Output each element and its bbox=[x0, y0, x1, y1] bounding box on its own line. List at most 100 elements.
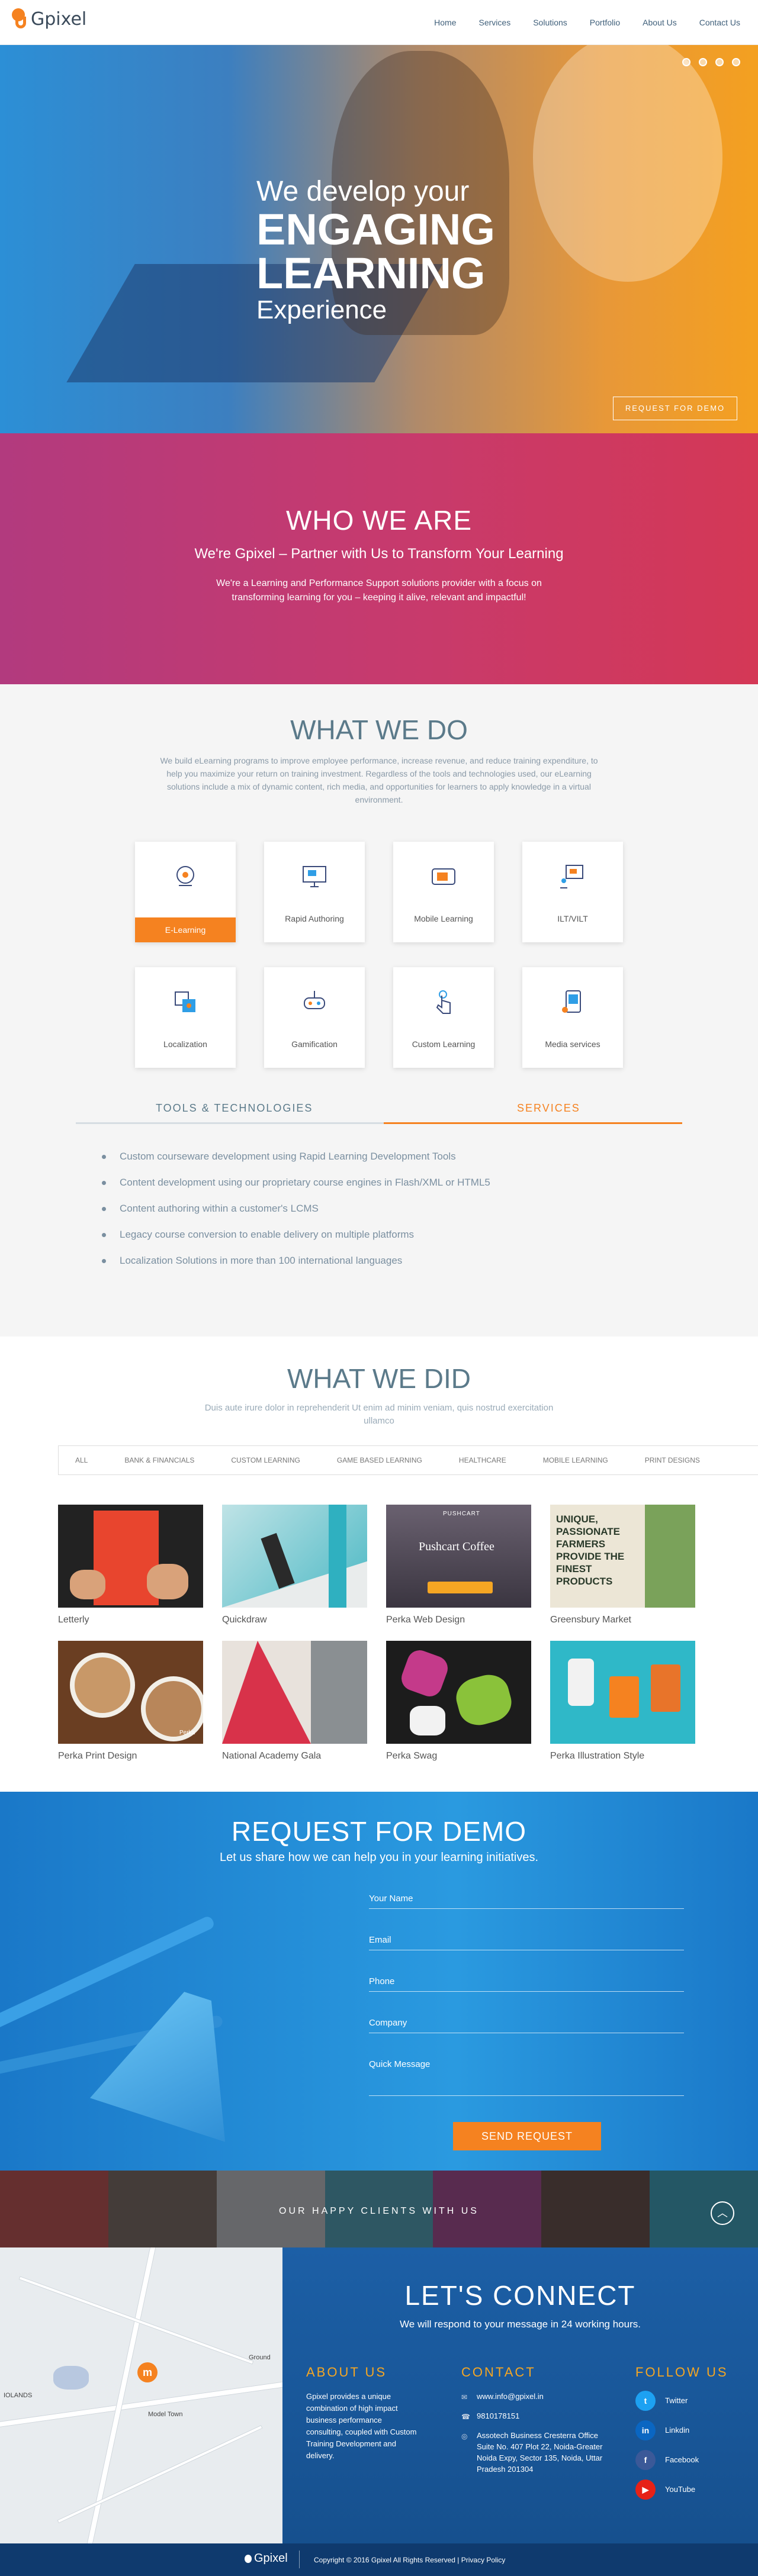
brand-logo[interactable]: Gpixel bbox=[12, 8, 86, 30]
portfolio-thumbnail bbox=[550, 1641, 695, 1744]
filter-mobile-learning[interactable]: MOBILE LEARNING bbox=[543, 1456, 608, 1464]
hero-line: ENGAGING bbox=[256, 205, 495, 254]
media-icon bbox=[562, 990, 581, 1013]
portfolio-thumbnail: Perka bbox=[58, 1641, 203, 1744]
footer-logo-text: Gpixel bbox=[254, 2552, 288, 2565]
company-field[interactable]: Company bbox=[369, 2018, 684, 2033]
slider-dot[interactable] bbox=[699, 58, 707, 66]
portfolio-item[interactable]: Perka Swag bbox=[386, 1641, 531, 1762]
portfolio-caption: National Academy Gala bbox=[222, 1751, 322, 1761]
card-label: Localization bbox=[163, 1039, 207, 1049]
portfolio-item[interactable]: UNIQUE, PASSIONATE FARMERS PROVIDE THE F… bbox=[550, 1505, 695, 1625]
column-title: CONTACT bbox=[461, 2365, 536, 2379]
tab-services[interactable]: SERVICES bbox=[517, 1102, 580, 1115]
card-mobile-learning[interactable]: Mobile Learning bbox=[393, 842, 494, 942]
contact-email[interactable]: ✉ www.info@gpixel.in bbox=[461, 2391, 615, 2402]
hero-banner: We develop your ENGAGING LEARNING Experi… bbox=[0, 45, 758, 433]
slider-dot[interactable] bbox=[732, 58, 740, 66]
social-youtube[interactable]: ▶ YouTube bbox=[635, 2480, 748, 2500]
nav-contact-us[interactable]: Contact Us bbox=[699, 18, 740, 27]
portfolio-caption: Perka Web Design bbox=[386, 1615, 465, 1625]
social-facebook[interactable]: f Facebook bbox=[635, 2450, 748, 2470]
portfolio-item[interactable]: Letterly bbox=[58, 1505, 203, 1625]
nav-home[interactable]: Home bbox=[434, 18, 456, 27]
portfolio-item[interactable]: PUSHCART Pushcart Coffee Perka Web Desig… bbox=[386, 1505, 531, 1625]
top-navbar: Gpixel Home Services Solutions Portfolio… bbox=[0, 0, 758, 45]
card-e-learning[interactable]: E-Learning bbox=[135, 842, 236, 942]
clients-title: OUR HAPPY CLIENTS WITH US bbox=[279, 2206, 479, 2216]
social-linkedin[interactable]: in Linkdin bbox=[635, 2420, 748, 2440]
portfolio-item[interactable]: Perka Perka Print Design bbox=[58, 1641, 203, 1762]
email-field[interactable]: Email bbox=[369, 1935, 684, 1950]
section-subtitle: We're Gpixel – Partner with Us to Transf… bbox=[194, 546, 564, 562]
portfolio-caption: Letterly bbox=[58, 1615, 89, 1625]
card-label: Media services bbox=[545, 1039, 600, 1049]
section-subtitle: We will respond to your message in 24 wo… bbox=[400, 2319, 641, 2330]
slider-dot[interactable] bbox=[682, 58, 690, 66]
filter-custom-learning[interactable]: CUSTOM LEARNING bbox=[231, 1456, 300, 1464]
footer-logo[interactable]: Gpixel bbox=[245, 2552, 288, 2565]
portfolio-item[interactable]: Quickdraw bbox=[222, 1505, 367, 1625]
portfolio-thumbnail bbox=[222, 1505, 367, 1608]
nav-services[interactable]: Services bbox=[479, 18, 511, 27]
portfolio-thumbnail bbox=[386, 1641, 531, 1744]
location-icon: ◎ bbox=[461, 2432, 468, 2440]
card-media-services[interactable]: Media services bbox=[522, 967, 623, 1068]
card-label: Gamification bbox=[291, 1039, 338, 1049]
portfolio-item[interactable]: Perka Illustration Style bbox=[550, 1641, 695, 1762]
tab-tools-technologies[interactable]: TOOLS & TECHNOLOGIES bbox=[156, 1102, 313, 1115]
list-item: Content development using our proprietar… bbox=[102, 1177, 490, 1189]
portfolio-caption: Perka Swag bbox=[386, 1751, 438, 1761]
hero-person-shape bbox=[533, 45, 722, 282]
filter-game-based-learning[interactable]: GAME BASED LEARNING bbox=[337, 1456, 422, 1464]
location-map[interactable]: m IOLANDS Model Town Ground bbox=[0, 2247, 282, 2543]
filter-all[interactable]: ALL bbox=[75, 1456, 88, 1464]
portfolio-filters: ALL BANK & FINANCIALS CUSTOM LEARNING GA… bbox=[58, 1445, 758, 1475]
nav-about-us[interactable]: About Us bbox=[643, 18, 677, 27]
map-road bbox=[18, 2276, 254, 2365]
map-pin-icon[interactable]: m bbox=[137, 2362, 158, 2382]
thumbnail-label: Perka bbox=[179, 1730, 195, 1736]
portfolio-caption: Greensbury Market bbox=[550, 1615, 631, 1625]
nav-portfolio[interactable]: Portfolio bbox=[590, 18, 620, 27]
portfolio-grid: Letterly Quickdraw PUSHCART Pushcart Cof… bbox=[58, 1505, 695, 1762]
contact-phone[interactable]: ☎ 9810178151 bbox=[461, 2410, 615, 2422]
map-label: Model Town bbox=[148, 2411, 183, 2418]
copyright-text: Copyright © 2016 Gpixel All Rights Reser… bbox=[314, 2556, 506, 2564]
hand-pointer-icon bbox=[436, 990, 451, 1014]
filter-print-designs[interactable]: PRINT DESIGNS bbox=[645, 1456, 700, 1464]
column-title: ABOUT US bbox=[306, 2365, 387, 2379]
phone-text: 9810178151 bbox=[477, 2411, 520, 2420]
address-text: Assotech Business Cresterra Office Suite… bbox=[477, 2431, 603, 2474]
email-text: www.info@gpixel.in bbox=[477, 2392, 544, 2401]
card-gamification[interactable]: Gamification bbox=[264, 967, 365, 1068]
section-description: Duis aute irure dolor in reprehenderit U… bbox=[204, 1403, 554, 1426]
name-field[interactable]: Your Name bbox=[369, 1894, 684, 1909]
game-icon bbox=[304, 991, 325, 1009]
filter-bank-financials[interactable]: BANK & FINANCIALS bbox=[124, 1456, 194, 1464]
card-custom-learning[interactable]: Custom Learning bbox=[393, 967, 494, 1068]
phone-field[interactable]: Phone bbox=[369, 1976, 684, 1992]
card-ilt-vilt[interactable]: ILT/VILT bbox=[522, 842, 623, 942]
linkedin-icon: in bbox=[635, 2420, 656, 2440]
tab-underline-active bbox=[384, 1122, 682, 1124]
social-twitter[interactable]: t Twitter bbox=[635, 2391, 748, 2411]
filter-healthcare[interactable]: HEALTHCARE bbox=[459, 1456, 506, 1464]
nav-links: Home Services Solutions Portfolio About … bbox=[434, 18, 740, 27]
translate-icon bbox=[175, 991, 195, 1012]
card-localization[interactable]: Localization bbox=[135, 967, 236, 1068]
slider-dot[interactable] bbox=[715, 58, 724, 66]
tab-underline bbox=[76, 1122, 384, 1124]
twitter-icon: t bbox=[635, 2391, 656, 2411]
nav-solutions[interactable]: Solutions bbox=[533, 18, 567, 27]
card-rapid-authoring[interactable]: Rapid Authoring bbox=[264, 842, 365, 942]
scroll-top-button[interactable]: ︿ bbox=[711, 2201, 734, 2225]
tools-services-tabs: TOOLS & TECHNOLOGIES SERVICES bbox=[76, 1102, 682, 1124]
card-label: Rapid Authoring bbox=[285, 914, 344, 923]
message-field[interactable]: Quick Message bbox=[369, 2059, 684, 2096]
portfolio-item[interactable]: National Academy Gala bbox=[222, 1641, 367, 1762]
send-request-button[interactable]: SEND REQUEST bbox=[453, 2122, 601, 2150]
request-demo-button[interactable]: REQUEST FOR DEMO bbox=[613, 397, 737, 420]
gear-head-icon bbox=[176, 866, 194, 886]
section-title: WHAT WE DID bbox=[287, 1363, 471, 1394]
